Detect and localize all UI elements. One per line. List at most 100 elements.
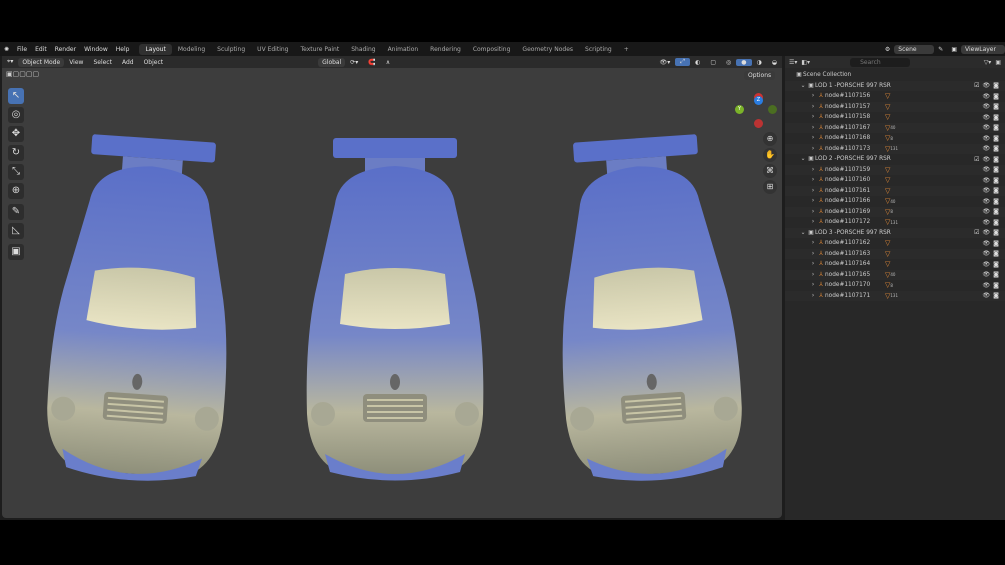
eye-icon[interactable]: 👁 (983, 282, 991, 289)
select-box-tool-icon[interactable]: ↖ (8, 88, 24, 104)
object-row[interactable]: › ⅄ node#1107160 ▽ 👁 ◙ (785, 175, 1005, 186)
camera-render-icon[interactable]: ◙ (993, 166, 999, 173)
mesh-data-icon[interactable]: ▽ (885, 187, 890, 195)
new-collection-icon[interactable]: ▣ (995, 59, 1001, 66)
object-row[interactable]: › ⅄ node#1107162 ▽ 👁 ◙ (785, 238, 1005, 249)
gizmo-x-axis[interactable] (754, 119, 763, 128)
add-workspace-button[interactable]: + (618, 44, 635, 55)
mesh-data-icon[interactable]: ▽ (885, 260, 890, 268)
tab-modeling[interactable]: Modeling (172, 44, 211, 55)
visibility-icon[interactable]: 👁▾ (655, 59, 676, 66)
chevron-right-icon[interactable]: › (809, 146, 817, 152)
object-row[interactable]: › ⅄ node#1107168 ▽ 8 👁 ◙ (785, 133, 1005, 144)
measure-tool-icon[interactable]: ◺ (8, 223, 24, 239)
eye-icon[interactable]: 👁 (983, 82, 991, 89)
select-menu[interactable]: Select (88, 59, 117, 66)
eye-icon[interactable]: 👁 (983, 124, 991, 131)
menu-render[interactable]: Render (51, 46, 80, 53)
collection-row[interactable]: ⌄ ▣ LOD 2 -PORSCHE 997 RSR ☑ 👁 ◙ (785, 154, 1005, 165)
tab-animation[interactable]: Animation (382, 44, 425, 55)
eye-icon[interactable]: 👁 (983, 103, 991, 110)
eye-icon[interactable]: 👁 (983, 219, 991, 226)
tab-geometry-nodes[interactable]: Geometry Nodes (516, 44, 579, 55)
view-layer-selector[interactable]: ViewLayer (961, 44, 1005, 54)
eye-icon[interactable]: 👁 (983, 198, 991, 205)
camera-render-icon[interactable]: ◙ (993, 135, 999, 142)
chevron-right-icon[interactable]: › (809, 261, 817, 267)
chevron-right-icon[interactable]: › (809, 177, 817, 183)
camera-render-icon[interactable]: ◙ (993, 250, 999, 257)
mesh-data-icon[interactable]: ▽ (885, 103, 890, 111)
camera-render-icon[interactable]: ◙ (993, 145, 999, 152)
collection-row[interactable]: ⌄ ▣ LOD 1 -PORSCHE 997 RSR ☑ 👁 ◙ (785, 80, 1005, 91)
orientation-dropdown[interactable]: Global (318, 57, 346, 67)
chevron-right-icon[interactable]: › (809, 282, 817, 288)
camera-render-icon[interactable]: ◙ (993, 198, 999, 205)
tab-scripting[interactable]: Scripting (579, 44, 618, 55)
gizmo-y-axis[interactable]: Y (735, 105, 744, 114)
object-row[interactable]: › ⅄ node#1107165 ▽ 40 👁 ◙ (785, 269, 1005, 280)
chevron-right-icon[interactable]: › (809, 135, 817, 141)
camera-render-icon[interactable]: ◙ (993, 219, 999, 226)
chevron-right-icon[interactable]: › (809, 125, 817, 131)
xray-icon[interactable]: ▢ (705, 59, 721, 66)
object-row[interactable]: › ⅄ node#1107167 ▽ 40 👁 ◙ (785, 122, 1005, 133)
chevron-right-icon[interactable]: › (809, 198, 817, 204)
eye-icon[interactable]: 👁 (983, 156, 991, 163)
eye-icon[interactable]: 👁 (983, 166, 991, 173)
cursor-tool-icon[interactable]: ◎ (8, 107, 24, 123)
tab-sculpting[interactable]: Sculpting (211, 44, 251, 55)
pivot-icon[interactable]: ⟳▾ (345, 59, 363, 66)
camera-icon[interactable]: ⌘ (763, 164, 777, 178)
mesh-data-icon[interactable]: ▽ (885, 92, 890, 100)
eye-icon[interactable]: 👁 (983, 177, 991, 184)
tab-layout[interactable]: Layout (139, 43, 172, 55)
3d-viewport[interactable]: ▣▢▢▢▢ ↖ ◎ ✥ ↻ ⤡ ⊕ ✎ ◺ ▣ Options Z Y ⊕ ✋ … (2, 68, 782, 518)
eye-icon[interactable]: 👁 (983, 250, 991, 257)
menu-help[interactable]: Help (112, 46, 134, 53)
camera-render-icon[interactable]: ◙ (993, 114, 999, 121)
chevron-right-icon[interactable]: › (809, 209, 817, 215)
camera-render-icon[interactable]: ◙ (993, 177, 999, 184)
eye-icon[interactable]: 👁 (983, 187, 991, 194)
camera-render-icon[interactable]: ◙ (993, 261, 999, 268)
object-row[interactable]: › ⅄ node#1107164 ▽ 👁 ◙ (785, 259, 1005, 270)
filter-icon[interactable]: ▽▾ (984, 59, 992, 66)
snap-icon[interactable]: 🧲 (363, 59, 380, 66)
chevron-right-icon[interactable]: › (809, 240, 817, 246)
shading-material-icon[interactable]: ◑ (752, 59, 767, 66)
overlay-icon[interactable]: ◐ (690, 59, 705, 66)
checkbox-icon[interactable]: ☑ (974, 82, 979, 89)
camera-render-icon[interactable]: ◙ (993, 240, 999, 247)
object-row[interactable]: › ⅄ node#1107166 ▽ 40 👁 ◙ (785, 196, 1005, 207)
tab-uv-editing[interactable]: UV Editing (251, 44, 294, 55)
scale-tool-icon[interactable]: ⤡ (8, 164, 24, 180)
display-mode-icon[interactable]: ☰▾ (789, 59, 797, 66)
collection-row[interactable]: ⌄ ▣ LOD 3 -PORSCHE 997 RSR ☑ 👁 ◙ (785, 227, 1005, 238)
mesh-data-icon[interactable]: ▽ (885, 166, 890, 174)
checkbox-icon[interactable]: ☑ (974, 229, 979, 236)
object-row[interactable]: › ⅄ node#1107163 ▽ 👁 ◙ (785, 248, 1005, 259)
tab-rendering[interactable]: Rendering (424, 44, 467, 55)
add-menu[interactable]: Add (117, 59, 139, 66)
eye-icon[interactable]: 👁 (983, 292, 991, 299)
view-menu[interactable]: View (64, 59, 88, 66)
filter-view-icon[interactable]: ◧▾ (801, 59, 810, 66)
tab-texture-paint[interactable]: Texture Paint (294, 44, 345, 55)
blender-logo-icon[interactable]: ✺ (0, 46, 13, 53)
chevron-down-icon[interactable]: ⌄ (799, 156, 807, 162)
shading-solid-icon[interactable]: ● (736, 58, 752, 66)
menu-window[interactable]: Window (80, 46, 112, 53)
tab-shading[interactable]: Shading (345, 44, 381, 55)
object-row[interactable]: › ⅄ node#1107159 ▽ 👁 ◙ (785, 164, 1005, 175)
object-row[interactable]: › ⅄ node#1107161 ▽ 👁 ◙ (785, 185, 1005, 196)
camera-render-icon[interactable]: ◙ (993, 271, 999, 278)
chevron-right-icon[interactable]: › (809, 93, 817, 99)
move-tool-icon[interactable]: ✥ (8, 126, 24, 142)
camera-render-icon[interactable]: ◙ (993, 292, 999, 299)
camera-render-icon[interactable]: ◙ (993, 103, 999, 110)
chevron-right-icon[interactable]: › (809, 114, 817, 120)
object-row[interactable]: › ⅄ node#1107156 ▽ 👁 ◙ (785, 91, 1005, 102)
camera-render-icon[interactable]: ◙ (993, 187, 999, 194)
chevron-right-icon[interactable]: › (809, 293, 817, 299)
